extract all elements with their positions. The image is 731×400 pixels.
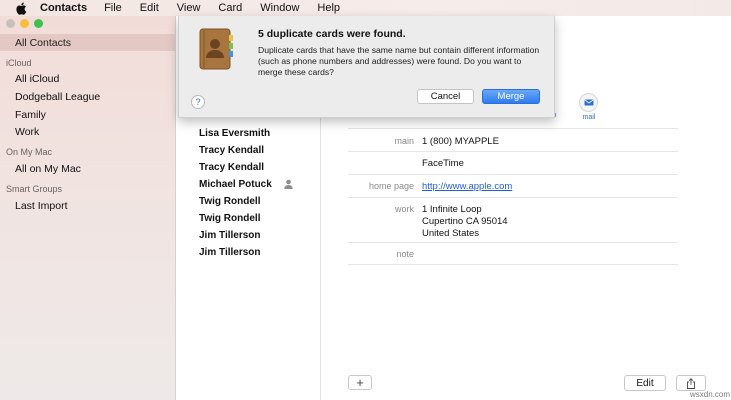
list-item[interactable]: Twig Rondell: [199, 213, 260, 224]
sidebar-header-smart-groups: Smart Groups: [6, 184, 63, 194]
field-divider: [348, 174, 678, 175]
field-value-address-line1[interactable]: 1 Infinite Loop: [422, 204, 482, 215]
field-label-work: work: [394, 204, 414, 214]
sidebar-item-all-contacts[interactable]: All Contacts: [15, 37, 71, 49]
field-divider: [348, 242, 678, 243]
help-button[interactable]: ?: [191, 95, 205, 109]
apple-logo-icon[interactable]: [14, 1, 28, 15]
field-value-facetime[interactable]: FaceTime: [422, 158, 464, 169]
action-mail-label[interactable]: mail: [579, 114, 599, 121]
watermark-text: wsxdn.com: [690, 390, 731, 399]
zoom-window-button[interactable]: [34, 19, 43, 28]
close-window-button[interactable]: [6, 19, 15, 28]
duplicate-cards-dialog: 5 duplicate cards were found. Duplicate …: [178, 16, 555, 118]
minimize-window-button[interactable]: [20, 19, 29, 28]
sidebar-item-last-import[interactable]: Last Import: [15, 200, 68, 212]
field-divider: [348, 197, 678, 198]
menu-card[interactable]: Card: [218, 0, 242, 16]
field-divider: [348, 151, 678, 152]
sidebar-header-icloud: iCloud: [6, 58, 32, 68]
menu-file[interactable]: File: [104, 0, 122, 16]
field-label-home-page: home page: [368, 181, 414, 191]
mail-icon[interactable]: [579, 93, 598, 112]
field-value-phone[interactable]: 1 (800) MYAPPLE: [422, 136, 499, 147]
sidebar-item-family[interactable]: Family: [15, 109, 46, 121]
contacts-book-icon: [198, 27, 234, 71]
merge-button[interactable]: Merge: [482, 89, 540, 104]
field-divider: [348, 128, 678, 129]
list-item[interactable]: Tracy Kendall: [199, 145, 264, 156]
sidebar-item-dodgeball-league[interactable]: Dodgeball League: [15, 91, 100, 103]
person-icon: [284, 179, 293, 189]
sidebar-item-work[interactable]: Work: [15, 126, 39, 138]
list-item[interactable]: Jim Tillerson: [199, 230, 261, 241]
add-contact-button[interactable]: +: [348, 375, 372, 390]
dialog-title: 5 duplicate cards were found.: [258, 28, 406, 40]
sidebar-item-all-on-my-mac[interactable]: All on My Mac: [15, 163, 81, 175]
list-item[interactable]: Lisa Eversmith: [199, 128, 270, 139]
list-item[interactable]: Michael Potuck: [199, 179, 272, 190]
sidebar-item-all-icloud[interactable]: All iCloud: [15, 73, 59, 85]
menu-help[interactable]: Help: [317, 0, 340, 16]
field-value-home-page-link[interactable]: http://www.apple.com: [422, 181, 512, 192]
window-controls: [6, 19, 43, 28]
field-value-address-line3[interactable]: United States: [422, 228, 479, 239]
field-value-address-line2[interactable]: Cupertino CA 95014: [422, 216, 508, 227]
menu-app-name[interactable]: Contacts: [40, 0, 87, 16]
list-item[interactable]: Twig Rondell: [199, 196, 260, 207]
sidebar-header-on-my-mac: On My Mac: [6, 147, 53, 157]
menu-view[interactable]: View: [177, 0, 201, 16]
edit-button[interactable]: Edit: [624, 375, 666, 391]
menu-window[interactable]: Window: [260, 0, 299, 16]
cancel-button[interactable]: Cancel: [417, 89, 474, 104]
list-item[interactable]: Tracy Kendall: [199, 162, 264, 173]
dialog-message: Duplicate cards that have the same name …: [258, 45, 540, 77]
field-label-main: main: [394, 136, 414, 146]
menu-bar: Contacts File Edit View Card Window Help: [0, 0, 731, 16]
list-item[interactable]: Jim Tillerson: [199, 247, 261, 258]
field-divider: [348, 264, 678, 265]
field-label-note: note: [396, 249, 414, 259]
share-icon[interactable]: [676, 375, 706, 391]
menu-edit[interactable]: Edit: [140, 0, 159, 16]
